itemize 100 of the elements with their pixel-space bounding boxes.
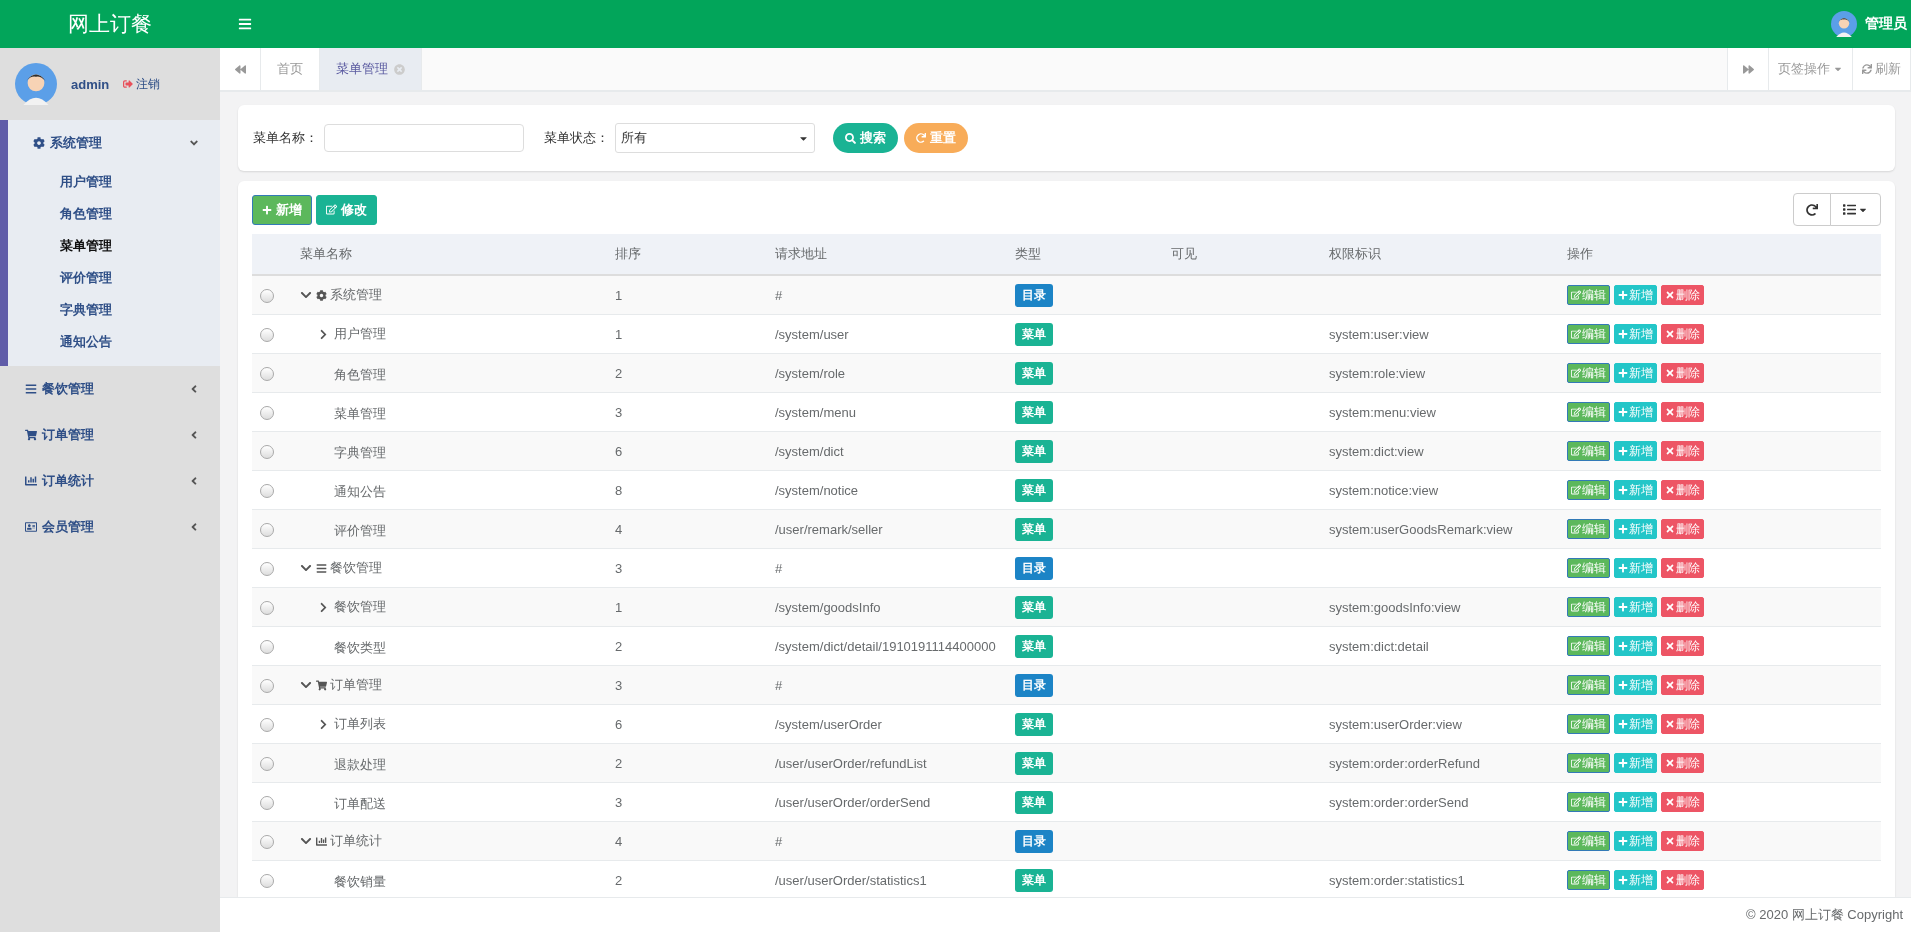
row-radio[interactable]	[260, 366, 274, 381]
edit-row-button[interactable]: 编辑	[1567, 402, 1610, 422]
scroll-left-button[interactable]	[220, 48, 261, 90]
sidebar-item[interactable]: 角色管理	[8, 198, 220, 230]
delete-row-button[interactable]: 删除	[1661, 558, 1704, 578]
scroll-right-button[interactable]	[1727, 48, 1769, 90]
sidebar-item[interactable]: 字典管理	[8, 294, 220, 326]
row-radio[interactable]	[260, 873, 274, 888]
chevron-down-icon[interactable]	[300, 562, 313, 574]
row-radio[interactable]	[260, 327, 274, 342]
row-radio[interactable]	[260, 288, 274, 303]
chevron-down-icon[interactable]	[300, 679, 313, 691]
delete-row-button[interactable]: 删除	[1661, 636, 1704, 656]
edit-icon	[1571, 524, 1581, 534]
refresh-tab-button[interactable]: 刷新	[1853, 48, 1911, 90]
edit-row-button[interactable]: 编辑	[1567, 753, 1610, 773]
sidebar-group[interactable]: 餐饮管理	[0, 366, 220, 412]
add-row-button[interactable]: 新增	[1614, 324, 1657, 344]
edit-row-button[interactable]: 编辑	[1567, 363, 1610, 383]
delete-row-button[interactable]: 删除	[1661, 480, 1704, 500]
close-icon[interactable]	[394, 63, 405, 75]
row-radio[interactable]	[260, 405, 274, 420]
add-row-button[interactable]: 新增	[1614, 285, 1657, 305]
edit-row-button[interactable]: 编辑	[1567, 285, 1610, 305]
edit-row-button[interactable]: 编辑	[1567, 480, 1610, 500]
row-radio[interactable]	[260, 834, 274, 849]
edit-row-button[interactable]: 编辑	[1567, 636, 1610, 656]
tab[interactable]: 首页	[261, 48, 320, 90]
add-row-button[interactable]: 新增	[1614, 753, 1657, 773]
edit-button[interactable]: 修改	[316, 194, 377, 225]
tab[interactable]: 菜单管理	[320, 48, 422, 90]
sidebar-group[interactable]: 订单统计	[0, 458, 220, 504]
sidebar-group[interactable]: 系统管理	[8, 120, 220, 166]
edit-row-button[interactable]: 编辑	[1567, 441, 1610, 461]
add-row-button[interactable]: 新增	[1614, 831, 1657, 851]
sidebar-item[interactable]: 通知公告	[8, 326, 220, 358]
delete-row-button[interactable]: 删除	[1661, 597, 1704, 617]
edit-row-button[interactable]: 编辑	[1567, 714, 1610, 734]
status-select[interactable]: 所有	[615, 123, 815, 153]
delete-row-button[interactable]: 删除	[1661, 714, 1704, 734]
chevron-down-icon[interactable]	[300, 289, 313, 301]
delete-row-button[interactable]: 删除	[1661, 675, 1704, 695]
row-radio[interactable]	[260, 600, 274, 615]
row-radio[interactable]	[260, 444, 274, 459]
delete-row-button[interactable]: 删除	[1661, 324, 1704, 344]
edit-row-button[interactable]: 编辑	[1567, 519, 1610, 539]
row-radio[interactable]	[260, 795, 274, 810]
delete-row-button[interactable]: 删除	[1661, 363, 1704, 383]
delete-row-button[interactable]: 删除	[1661, 831, 1704, 851]
add-row-button[interactable]: 新增	[1614, 714, 1657, 734]
delete-row-button[interactable]: 删除	[1661, 441, 1704, 461]
sidebar-group[interactable]: 会员管理	[0, 504, 220, 550]
type-badge: 目录	[1015, 673, 1053, 697]
edit-row-button[interactable]: 编辑	[1567, 675, 1610, 695]
add-row-button[interactable]: 新增	[1614, 480, 1657, 500]
add-row-button[interactable]: 新增	[1614, 597, 1657, 617]
logout-link[interactable]: 注销	[123, 75, 161, 93]
row-radio[interactable]	[260, 756, 274, 771]
edit-row-button[interactable]: 编辑	[1567, 558, 1610, 578]
edit-row-button[interactable]: 编辑	[1567, 324, 1610, 344]
delete-row-button[interactable]: 删除	[1661, 870, 1704, 890]
row-radio[interactable]	[260, 678, 274, 693]
menu-icon[interactable]	[238, 17, 252, 31]
chevron-down-icon[interactable]	[300, 835, 313, 847]
delete-row-button[interactable]: 删除	[1661, 519, 1704, 539]
add-row-button[interactable]: 新增	[1614, 402, 1657, 422]
edit-row-button[interactable]: 编辑	[1567, 831, 1610, 851]
add-row-button[interactable]: 新增	[1614, 675, 1657, 695]
row-radio[interactable]	[260, 561, 274, 576]
search-button[interactable]: 搜索	[833, 123, 898, 153]
delete-row-button[interactable]: 删除	[1661, 753, 1704, 773]
tab-actions-dropdown[interactable]: 页签操作	[1769, 48, 1853, 90]
edit-row-button[interactable]: 编辑	[1567, 792, 1610, 812]
add-row-button[interactable]: 新增	[1614, 441, 1657, 461]
close-icon	[1665, 680, 1675, 690]
add-row-button[interactable]: 新增	[1614, 363, 1657, 383]
user-name[interactable]: 管理员	[1865, 15, 1907, 33]
add-row-button[interactable]: 新增	[1614, 519, 1657, 539]
edit-row-button[interactable]: 编辑	[1567, 597, 1610, 617]
edit-row-button[interactable]: 编辑	[1567, 870, 1610, 890]
columns-button[interactable]	[1830, 193, 1881, 226]
name-input[interactable]	[324, 124, 524, 152]
sidebar-item[interactable]: 菜单管理	[8, 230, 220, 262]
add-row-button[interactable]: 新增	[1614, 792, 1657, 812]
add-row-button[interactable]: 新增	[1614, 636, 1657, 656]
reset-button[interactable]: 重置	[904, 123, 968, 153]
delete-row-button[interactable]: 删除	[1661, 792, 1704, 812]
sidebar-item[interactable]: 评价管理	[8, 262, 220, 294]
sidebar-group[interactable]: 订单管理	[0, 412, 220, 458]
delete-row-button[interactable]: 删除	[1661, 285, 1704, 305]
refresh-button[interactable]	[1793, 193, 1831, 226]
add-row-button[interactable]: 新增	[1614, 558, 1657, 578]
row-radio[interactable]	[260, 639, 274, 654]
sidebar-item[interactable]: 用户管理	[8, 166, 220, 198]
add-button[interactable]: 新增	[252, 194, 312, 225]
row-radio[interactable]	[260, 522, 274, 537]
delete-row-button[interactable]: 删除	[1661, 402, 1704, 422]
row-radio[interactable]	[260, 717, 274, 732]
add-row-button[interactable]: 新增	[1614, 870, 1657, 890]
row-radio[interactable]	[260, 483, 274, 498]
